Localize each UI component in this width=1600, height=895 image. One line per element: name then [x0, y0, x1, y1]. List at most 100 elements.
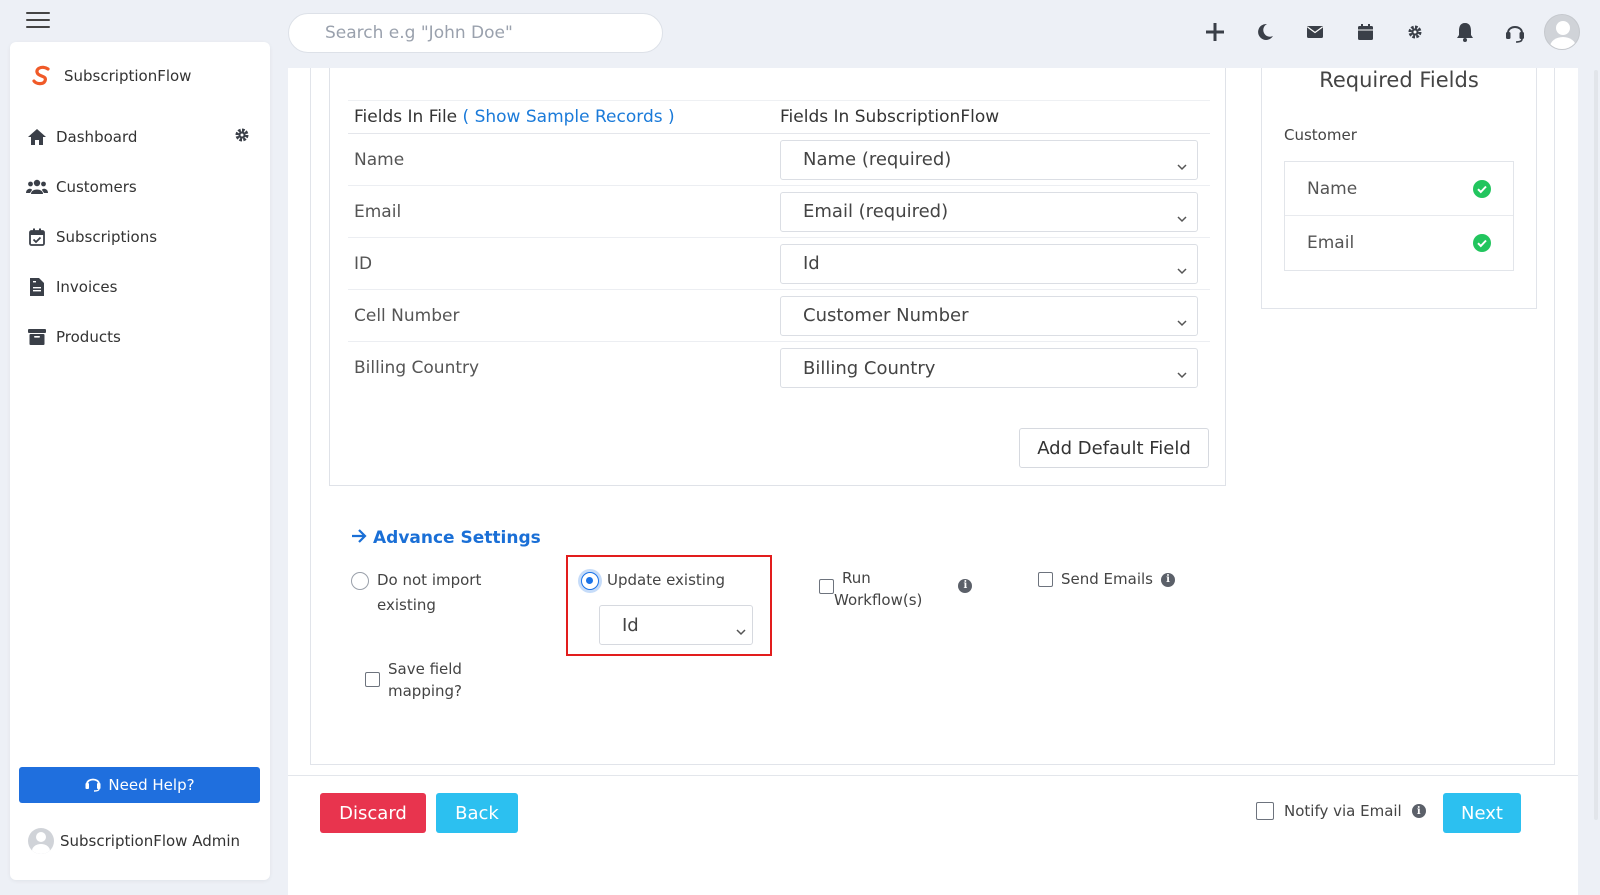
field-mapping-card: Fields In File ( Show Sample Records ) F… [329, 68, 1226, 486]
next-button[interactable]: Next [1443, 793, 1521, 833]
notify-via-email-label: Notify via Email [1284, 802, 1402, 820]
sf-field-select[interactable]: Billing Country [780, 348, 1198, 388]
save-field-mapping-checkbox[interactable] [365, 672, 380, 687]
header-fields-in-sf: Fields In SubscriptionFlow [780, 107, 1000, 127]
advance-settings-toggle[interactable]: Advance Settings [351, 528, 541, 548]
back-button[interactable]: Back [436, 793, 518, 833]
search-input[interactable] [288, 13, 663, 53]
sidebar-item-customers[interactable]: Customers [26, 162, 256, 212]
sidebar-item-products[interactable]: Products [26, 312, 256, 362]
need-help-button[interactable]: Need Help? [19, 767, 260, 803]
sf-field-select[interactable]: Id [780, 243, 1198, 284]
required-fields-list: Name Email [1284, 161, 1514, 271]
sidebar: SubscriptionFlow Dashboard Customers Sub… [10, 42, 270, 880]
send-emails-option[interactable]: Send Emails i [1038, 567, 1175, 592]
chevron-down-icon [1177, 311, 1187, 332]
admin-profile[interactable]: SubscriptionFlow Admin [28, 828, 240, 854]
send-emails-checkbox[interactable] [1038, 572, 1053, 587]
footer-divider [288, 775, 1578, 776]
brand[interactable]: SubscriptionFlow [30, 64, 191, 88]
table-row: Email Email (required) [348, 186, 1210, 238]
file-field-name: Email [354, 201, 402, 222]
top-toolbar [1190, 14, 1580, 50]
home-icon [26, 127, 48, 147]
save-field-mapping-option[interactable]: Save field mapping? [365, 658, 462, 702]
required-fields-group: Customer [1284, 126, 1357, 144]
update-existing-label: Update existing [607, 571, 725, 589]
file-field-name: Billing Country [354, 358, 480, 378]
required-fields-title: Required Fields [1319, 68, 1479, 92]
sf-field-select[interactable]: Customer Number [780, 295, 1198, 336]
update-existing-radio[interactable] [581, 572, 599, 590]
table-row: Name Name (required) [348, 134, 1210, 186]
advance-settings-title: Advance Settings [373, 528, 541, 548]
file-field-name: Cell Number [354, 305, 460, 326]
main-panel: Fields In File ( Show Sample Records ) F… [288, 68, 1578, 895]
chevron-down-icon [1177, 259, 1187, 280]
update-key-select[interactable]: Id [599, 605, 753, 645]
chevron-down-icon [1177, 155, 1187, 176]
plus-icon[interactable] [1190, 15, 1240, 49]
add-default-field-button[interactable]: Add Default Field [1019, 428, 1209, 468]
archive-icon [26, 327, 48, 347]
do-not-import-radio[interactable] [351, 572, 369, 590]
required-fields-card: Required Fields Customer Name Email [1261, 68, 1537, 309]
page-scrollbar[interactable] [1594, 70, 1598, 820]
info-icon[interactable]: i [958, 579, 973, 593]
do-not-import-option[interactable]: Do not import existing [351, 568, 481, 618]
arrow-right-icon [351, 528, 367, 548]
table-row: Cell Number Customer Number [348, 290, 1210, 342]
list-item: Name [1285, 162, 1513, 216]
discard-button[interactable]: Discard [320, 793, 426, 833]
need-help-label: Need Help? [108, 776, 195, 794]
headset-icon [84, 774, 102, 796]
calendar-check-icon [26, 227, 48, 247]
subscriptionflow-logo-icon [32, 65, 50, 86]
info-icon[interactable]: i [1411, 804, 1426, 818]
field-mapping-table: Fields In File ( Show Sample Records ) F… [348, 100, 1210, 394]
chevron-down-icon [1177, 207, 1187, 228]
table-row: Billing Country Billing Country [348, 342, 1210, 394]
support-headset-icon[interactable] [1490, 15, 1540, 49]
admin-name: SubscriptionFlow Admin [60, 832, 241, 850]
run-workflow-option[interactable]: Run Workflow(s) i [819, 567, 973, 611]
sidebar-item-dashboard[interactable]: Dashboard [26, 112, 256, 162]
info-icon[interactable]: i [1160, 572, 1175, 587]
list-item: Email [1285, 216, 1513, 270]
mapping-header: Fields In File ( Show Sample Records ) F… [348, 100, 1210, 134]
notify-via-email-option[interactable]: Notify via Email i [1256, 802, 1426, 820]
sidebar-item-label: Customers [56, 178, 137, 196]
sf-field-select[interactable]: Email (required) [780, 191, 1198, 232]
run-workflow-label: Run Workflow(s) [834, 569, 923, 609]
sidebar-item-label: Subscriptions [56, 228, 158, 246]
brand-name: SubscriptionFlow [64, 67, 192, 85]
users-icon [26, 177, 48, 197]
moon-icon[interactable] [1240, 15, 1290, 49]
check-circle-icon [1473, 180, 1491, 203]
mail-icon[interactable] [1290, 15, 1340, 49]
sidebar-nav: Dashboard Customers Subscriptions Invoic… [26, 112, 256, 362]
sidebar-item-invoices[interactable]: Invoices [26, 262, 256, 312]
file-field-name: Name [354, 149, 405, 170]
user-avatar[interactable] [1544, 14, 1580, 50]
header-file-label: Fields In File [354, 107, 458, 127]
chevron-down-icon [736, 620, 746, 641]
table-row: ID Id [348, 238, 1210, 290]
run-workflow-checkbox[interactable] [819, 579, 834, 594]
invoice-icon [26, 277, 48, 297]
settings-icon[interactable] [1390, 15, 1440, 49]
bell-icon[interactable] [1440, 15, 1490, 49]
avatar [28, 828, 54, 854]
sidebar-item-label: Dashboard [56, 128, 138, 146]
do-not-import-label: Do not import existing [377, 571, 482, 614]
file-field-name: ID [354, 253, 373, 274]
show-sample-records-link[interactable]: ( Show Sample Records ) [463, 107, 675, 127]
notify-via-email-checkbox[interactable] [1256, 802, 1274, 820]
sf-field-select[interactable]: Name (required) [780, 139, 1198, 180]
sidebar-item-label: Products [56, 328, 121, 346]
gear-icon[interactable] [234, 127, 250, 147]
update-existing-option[interactable]: Update existing [581, 568, 725, 593]
calendar-icon[interactable] [1340, 15, 1390, 49]
sidebar-item-subscriptions[interactable]: Subscriptions [26, 212, 256, 262]
menu-toggle-icon[interactable] [26, 12, 50, 30]
